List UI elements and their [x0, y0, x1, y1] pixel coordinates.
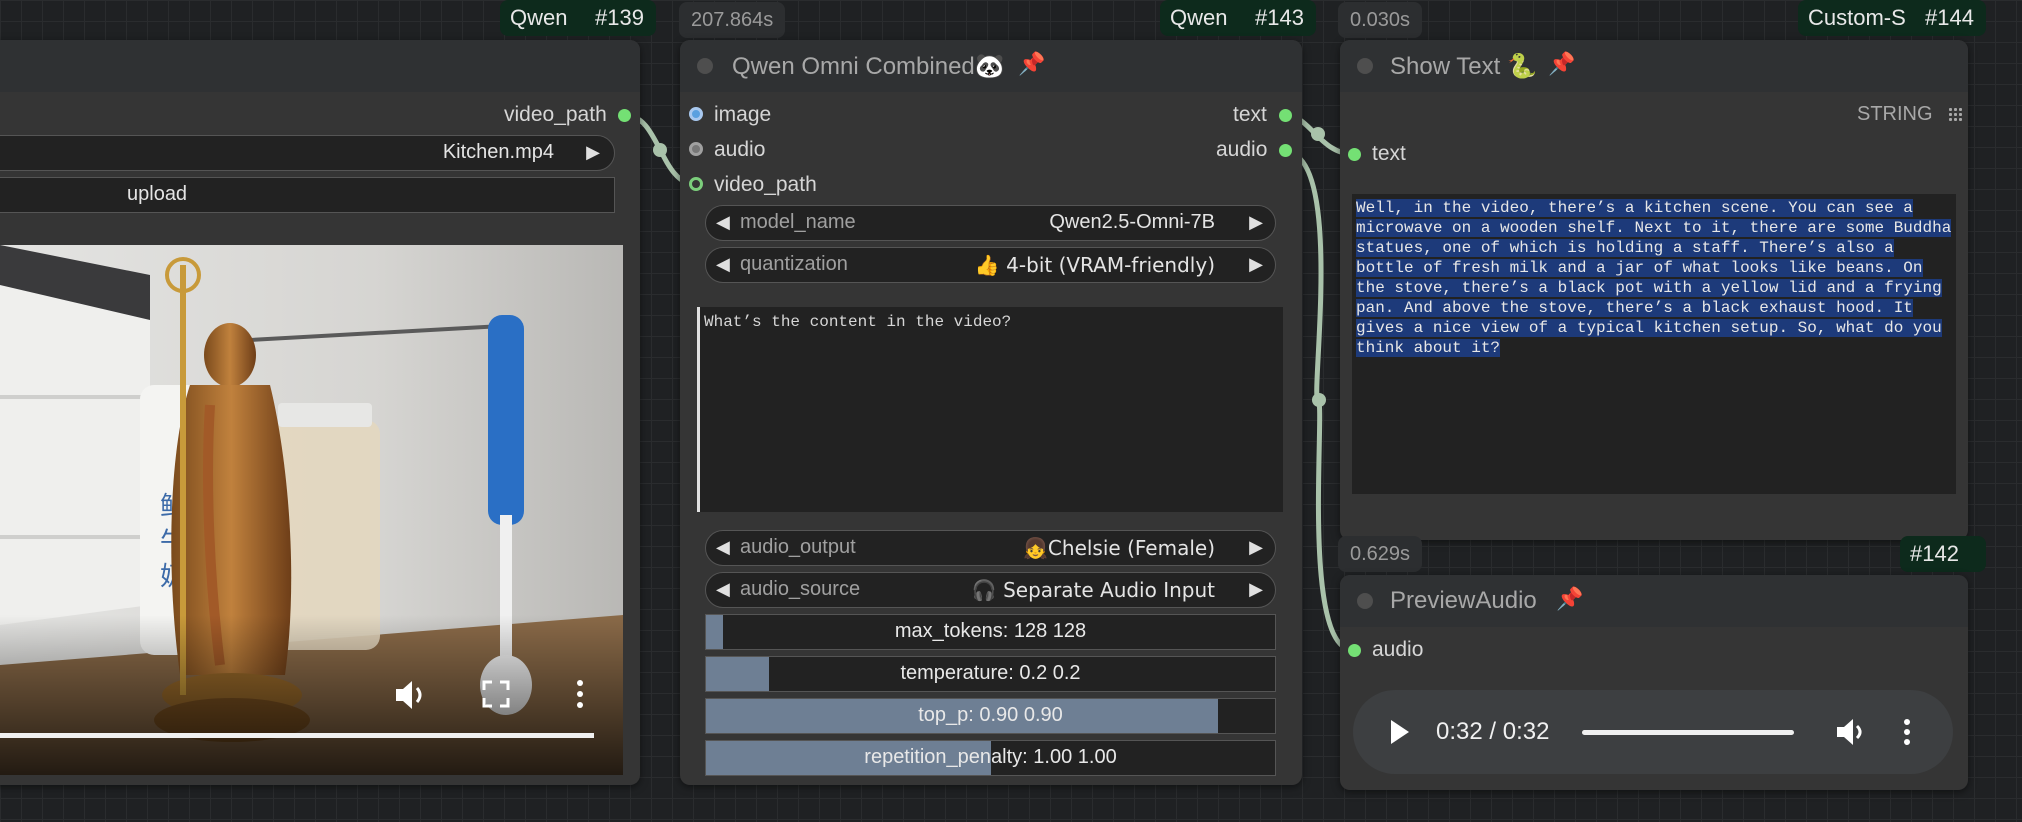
- widget-name: model_name: [740, 211, 856, 233]
- snake-icon: 🐍: [1506, 52, 1537, 80]
- input-port-video-path[interactable]: [689, 177, 703, 191]
- output-port-text[interactable]: [1279, 109, 1292, 122]
- arrow-right-icon[interactable]: ▶: [1249, 212, 1263, 233]
- input-port-text[interactable]: [1348, 148, 1361, 161]
- output-label-text: text: [1233, 103, 1267, 126]
- node-id-badge: Qwen #139: [500, 0, 656, 36]
- input-port-audio[interactable]: [689, 142, 703, 156]
- badge-id: #144: [1925, 5, 1974, 30]
- prompt-textarea[interactable]: What’s the content in the video?: [697, 307, 1283, 512]
- slider-label: repetition_penalty: 1.00 1.00: [864, 746, 1117, 768]
- audio-source-select[interactable]: ◀ audio_source 🎧 Separate Audio Input ▶: [705, 572, 1276, 608]
- type-label: STRING: [1857, 103, 1933, 125]
- badge-prefix: Custom-S: [1808, 5, 1906, 30]
- input-port-image[interactable]: [689, 107, 703, 121]
- widget-name: quantization: [740, 253, 848, 275]
- arrow-right-icon[interactable]: ▶: [1249, 537, 1263, 558]
- execution-time: 0.030s: [1338, 2, 1423, 38]
- arrow-left-icon[interactable]: ◀: [716, 537, 730, 558]
- video-select-value: Kitchen.mp4: [442, 141, 554, 163]
- collapse-dot[interactable]: [697, 58, 713, 74]
- audio-progress-fill: [1582, 730, 1794, 735]
- execution-time: 207.864s: [679, 2, 786, 38]
- upload-button[interactable]: upload: [0, 177, 615, 213]
- node-title: Show Text 🐍: [1390, 52, 1537, 81]
- widget-value: Qwen2.5-Omni-7B: [1049, 211, 1215, 233]
- arrow-right-icon[interactable]: ▶: [1249, 579, 1263, 600]
- max-tokens-slider[interactable]: max_tokens: 128 128: [705, 614, 1276, 650]
- model-name-select[interactable]: ◀ model_name Qwen2.5-Omni-7B ▶: [705, 205, 1276, 241]
- input-label-audio: audio: [714, 138, 766, 161]
- audio-time: 0:32 / 0:32: [1436, 718, 1550, 745]
- input-label-video-path: video_path: [714, 173, 817, 196]
- audio-progress[interactable]: [1582, 730, 1794, 735]
- video-select[interactable]: Kitchen.mp4 ▶: [0, 135, 615, 171]
- node-id-badge: #142: [1900, 536, 1986, 572]
- node-title: Qwen Omni Combined🐼: [732, 52, 1005, 81]
- node-id-badge: Qwen #143: [1160, 0, 1316, 36]
- grid-icon: [1948, 107, 1962, 121]
- slider-label: temperature: 0.2 0.2: [900, 662, 1081, 684]
- node-title-text: Show Text: [1390, 53, 1501, 80]
- play-icon[interactable]: [1389, 720, 1409, 744]
- arrow-left-icon[interactable]: ◀: [716, 212, 730, 233]
- quantization-select[interactable]: ◀ quantization 👍 4-bit (VRAM-friendly) ▶: [705, 247, 1276, 283]
- audio-player[interactable]: 0:32 / 0:32: [1353, 690, 1953, 774]
- node-title: PreviewAudio: [1390, 587, 1537, 614]
- panda-icon: 🐼: [974, 52, 1005, 80]
- input-label-audio: audio: [1372, 638, 1424, 661]
- node-title-text: Qwen Omni Combined: [732, 53, 975, 80]
- input-port-audio[interactable]: [1348, 644, 1361, 657]
- more-icon[interactable]: [1903, 718, 1911, 746]
- pin-icon[interactable]: 📌: [1548, 52, 1575, 77]
- input-label-image: image: [714, 103, 772, 126]
- node-id-badge: Custom-S #144: [1798, 0, 1986, 36]
- output-text-area[interactable]: Well, in the video, there’s a kitchen sc…: [1352, 194, 1956, 494]
- node-header[interactable]: [0, 40, 640, 92]
- collapse-dot[interactable]: [1357, 58, 1373, 74]
- volume-icon[interactable]: [1837, 718, 1865, 746]
- prompt-text: What’s the content in the video?: [704, 313, 1012, 331]
- slider-label: top_p: 0.90 0.90: [918, 704, 1063, 726]
- pin-icon[interactable]: 📌: [1556, 587, 1583, 612]
- output-text: Well, in the video, there’s a kitchen sc…: [1356, 199, 1952, 357]
- more-icon[interactable]: [577, 680, 583, 708]
- top-p-slider[interactable]: top_p: 0.90 0.90: [705, 698, 1276, 734]
- arrow-right-icon[interactable]: ▶: [1249, 254, 1263, 275]
- widget-value: 👧Chelsie (Female): [1023, 536, 1215, 560]
- badge-prefix: Qwen: [510, 5, 568, 30]
- badge-id: #143: [1255, 5, 1304, 30]
- pin-icon[interactable]: 📌: [1018, 52, 1045, 77]
- video-frame: 鲜 牛 奶: [0, 245, 623, 775]
- upload-label: upload: [127, 183, 188, 205]
- video-preview[interactable]: 鲜 牛 奶: [0, 245, 623, 775]
- badge-prefix: Qwen: [1170, 5, 1228, 30]
- audio-output-select[interactable]: ◀ audio_output 👧Chelsie (Female) ▶: [705, 530, 1276, 566]
- widget-value: 🎧 Separate Audio Input: [971, 578, 1215, 602]
- repetition-penalty-slider[interactable]: repetition_penalty: 1.00 1.00: [705, 740, 1276, 776]
- arrow-right-icon[interactable]: ▶: [586, 142, 600, 163]
- output-label-video-path: video_path: [504, 103, 607, 126]
- output-label-audio: audio: [1216, 138, 1268, 161]
- input-label-text: text: [1372, 142, 1406, 165]
- widget-name: audio_source: [740, 578, 861, 600]
- temperature-slider[interactable]: temperature: 0.2 0.2: [705, 656, 1276, 692]
- video-progress[interactable]: [0, 733, 594, 738]
- arrow-left-icon[interactable]: ◀: [716, 579, 730, 600]
- output-port-audio[interactable]: [1279, 144, 1292, 157]
- arrow-left-icon[interactable]: ◀: [716, 254, 730, 275]
- widget-value: 👍 4-bit (VRAM-friendly): [974, 253, 1215, 277]
- badge-id: #142: [1910, 541, 1959, 566]
- output-port-video-path[interactable]: [618, 109, 631, 122]
- collapse-dot[interactable]: [1357, 593, 1373, 609]
- execution-time: 0.629s: [1338, 536, 1423, 572]
- slider-label: max_tokens: 128 128: [894, 620, 1087, 642]
- widget-name: audio_output: [740, 536, 856, 558]
- badge-id: #139: [595, 5, 644, 30]
